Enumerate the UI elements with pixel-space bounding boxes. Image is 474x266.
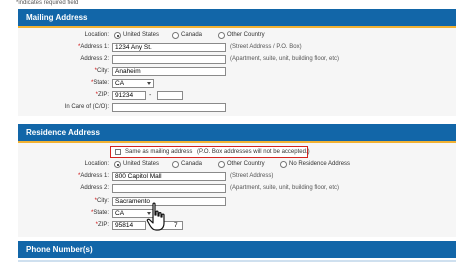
phone-header-divider bbox=[18, 260, 456, 262]
mailing-location-other-radio[interactable] bbox=[218, 32, 225, 39]
mailing-address2-hint: (Apartment, suite, unit, building floor,… bbox=[230, 56, 340, 62]
residence-address1-input[interactable]: 800 Capitol Mall bbox=[112, 172, 226, 181]
mailing-location-us-label[interactable]: United States bbox=[123, 31, 159, 40]
residence-location-other-label[interactable]: Other Country bbox=[227, 160, 265, 169]
mailing-location-other-label[interactable]: Other Country bbox=[227, 31, 265, 40]
residence-address2-label: Address 2: bbox=[80, 185, 109, 191]
mailing-location-us-radio[interactable] bbox=[114, 32, 121, 39]
mailing-city-input[interactable]: Anaheim bbox=[112, 67, 226, 76]
chevron-down-icon bbox=[147, 82, 151, 85]
mailing-location-label: Location: bbox=[84, 32, 109, 38]
mailing-state-label: *State: bbox=[90, 80, 109, 86]
mailing-zip-label: *ZIP: bbox=[95, 92, 109, 98]
mailing-address2-label: Address 2: bbox=[80, 56, 109, 62]
mailing-address1-input[interactable]: 1234 Any St. bbox=[112, 43, 226, 52]
mailing-care-of-label: In Care of (C/O): bbox=[64, 104, 109, 110]
residence-city-label: *City: bbox=[94, 198, 109, 204]
residence-location-canada-radio[interactable] bbox=[172, 161, 179, 168]
required-field-note: *indicates required field bbox=[16, 0, 79, 6]
same-as-mailing-label[interactable]: Same as mailing address bbox=[125, 148, 192, 157]
mailing-zip-dash: - bbox=[149, 92, 152, 99]
mailing-location-canada-label[interactable]: Canada bbox=[181, 31, 202, 40]
residence-zip-input[interactable]: 95814 bbox=[112, 221, 146, 230]
residence-location-label: Location: bbox=[84, 161, 109, 167]
residence-address2-hint: (Apartment, suite, unit, building floor,… bbox=[230, 185, 340, 191]
mailing-care-of-input[interactable] bbox=[112, 103, 226, 112]
residence-location-us-label[interactable]: United States bbox=[123, 160, 159, 169]
mailing-location-canada-radio[interactable] bbox=[172, 32, 179, 39]
residence-location-canada-label[interactable]: Canada bbox=[181, 160, 202, 169]
residence-location-none-radio[interactable] bbox=[280, 161, 287, 168]
mailing-address1-hint: (Street Address / P.O. Box) bbox=[230, 44, 302, 50]
same-as-mailing-checkbox[interactable] bbox=[115, 149, 121, 155]
mailing-address2-input[interactable] bbox=[112, 55, 226, 64]
residence-address1-label: *Address 1: bbox=[77, 173, 109, 179]
residence-location-none-label[interactable]: No Residence Address bbox=[289, 160, 350, 169]
mailing-address1-label: *Address 1: bbox=[77, 44, 109, 50]
residence-location-us-radio[interactable] bbox=[114, 161, 121, 168]
residence-address1-hint: (Street Address) bbox=[230, 173, 274, 179]
hand-pointer-icon bbox=[146, 202, 165, 231]
mailing-zip-ext-input[interactable] bbox=[157, 91, 183, 100]
residence-state-value: CA bbox=[115, 210, 125, 217]
phone-numbers-header: Phone Number(s) bbox=[18, 241, 456, 258]
po-box-note: (P.O. Box addresses will not be accepted… bbox=[197, 148, 310, 155]
residence-address-header: Residence Address bbox=[18, 124, 456, 141]
mailing-zip-input[interactable]: 91234 bbox=[112, 91, 146, 100]
residence-zip-label: *ZIP: bbox=[95, 222, 109, 228]
mailing-address-header: Mailing Address bbox=[18, 9, 456, 26]
residence-address2-input[interactable] bbox=[112, 184, 226, 193]
mailing-city-label: *City: bbox=[94, 68, 109, 74]
mailing-state-select[interactable]: CA bbox=[112, 79, 154, 88]
residence-location-other-radio[interactable] bbox=[218, 161, 225, 168]
mailing-state-value: CA bbox=[115, 80, 125, 87]
residence-state-label: *State: bbox=[90, 210, 109, 216]
